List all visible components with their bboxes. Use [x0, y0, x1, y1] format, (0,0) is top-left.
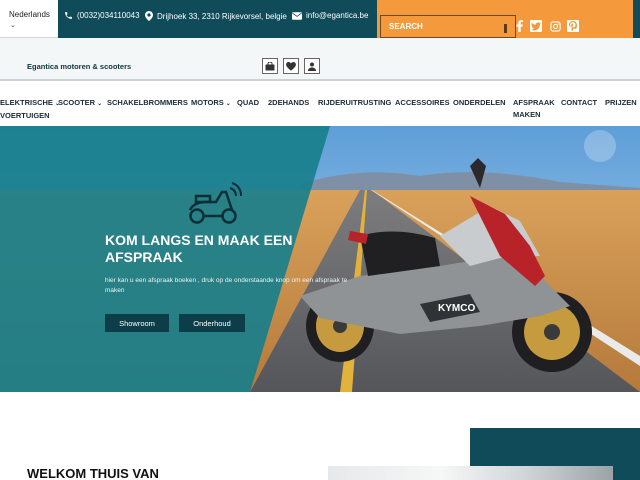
- chevron-down-icon: ⌄: [97, 101, 103, 107]
- twitter-icon[interactable]: [530, 20, 542, 32]
- email-contact[interactable]: info@egantica.be: [292, 11, 368, 20]
- shop-icon: [265, 61, 275, 70]
- nav-item-onderdelen[interactable]: ONDERDELEN: [453, 97, 506, 109]
- address-contact: Drijhoek 33, 2310 Rijkevorsel, belgie: [145, 11, 287, 21]
- nav-item-afspraak-maken[interactable]: AFSPRAAK MAKEN: [513, 97, 555, 121]
- scooter-icon: [188, 182, 242, 224]
- showroom-photo: [328, 466, 613, 480]
- showroom-button[interactable]: Showroom: [105, 314, 169, 332]
- welcome-heading: WELKOM THUIS VAN: [27, 466, 159, 480]
- hero-subtitle: hier kan u een afspraak boeken , druk op…: [105, 277, 348, 294]
- nav-item-accessoires[interactable]: ACCESSOIRES: [395, 97, 450, 109]
- nav-item-elektrische-voertuigen[interactable]: ELEKTRISCHE ⌄ VOERTUIGEN: [0, 97, 60, 122]
- phone-icon: [65, 12, 72, 19]
- nav-item-quad[interactable]: QUAD: [237, 97, 259, 109]
- hero-title: KOM LANGS EN MAAK EEN AFSPRAAK: [105, 232, 293, 265]
- site-header: Egantica motoren & scooters: [0, 38, 640, 81]
- instagram-icon[interactable]: [549, 20, 561, 32]
- heart-icon: [286, 61, 296, 71]
- nav-item-2dehands[interactable]: 2DEHANDS: [268, 97, 309, 109]
- pinterest-icon[interactable]: [567, 20, 579, 32]
- language-selector[interactable]: Nederlands ⌄: [0, 0, 58, 38]
- nav-item-rijderuitrusting[interactable]: RIJDERUITRUSTING: [318, 97, 391, 109]
- chevron-down-icon: ⌄: [10, 22, 16, 29]
- location-pin-icon: [145, 11, 153, 21]
- address-text: Drijhoek 33, 2310 Rijkevorsel, belgie: [157, 11, 287, 21]
- nav-item-prijzen[interactable]: PRIJZEN: [605, 97, 637, 109]
- phone-contact[interactable]: (0032)034110043: [64, 11, 140, 20]
- text-cursor: [504, 24, 507, 33]
- chevron-down-icon: ⌄: [225, 101, 231, 107]
- language-label: Nederlands: [9, 10, 50, 19]
- facebook-icon[interactable]: [513, 20, 525, 32]
- main-navigation: ELEKTRISCHE ⌄ VOERTUIGEN SCOOTER ⌄ SCHAKEL…: [0, 83, 640, 126]
- scooter-brand-decal: KYMCO: [438, 303, 475, 314]
- shop-button[interactable]: [262, 58, 278, 74]
- nav-item-motors[interactable]: MOTORS ⌄: [191, 97, 231, 110]
- svg-text:KYMCO: KYMCO: [438, 303, 475, 314]
- nav-item-schakelbrommers[interactable]: SCHAKELBROMMERS: [107, 97, 188, 109]
- search-container: [380, 15, 516, 38]
- nav-item-contact[interactable]: CONTACT: [561, 97, 597, 109]
- wishlist-button[interactable]: [283, 58, 299, 74]
- envelope-icon: [292, 11, 302, 20]
- search-input[interactable]: [381, 16, 515, 37]
- email-address: info@egantica.be: [306, 11, 369, 20]
- account-button[interactable]: [304, 58, 320, 74]
- phone-number: (0032)034110043: [77, 11, 140, 20]
- brand-name[interactable]: Egantica motoren & scooters: [27, 62, 131, 71]
- onderhoud-button[interactable]: Onderhoud: [179, 314, 245, 332]
- user-icon: [308, 62, 316, 71]
- nav-item-scooter[interactable]: SCOOTER ⌄: [58, 97, 102, 110]
